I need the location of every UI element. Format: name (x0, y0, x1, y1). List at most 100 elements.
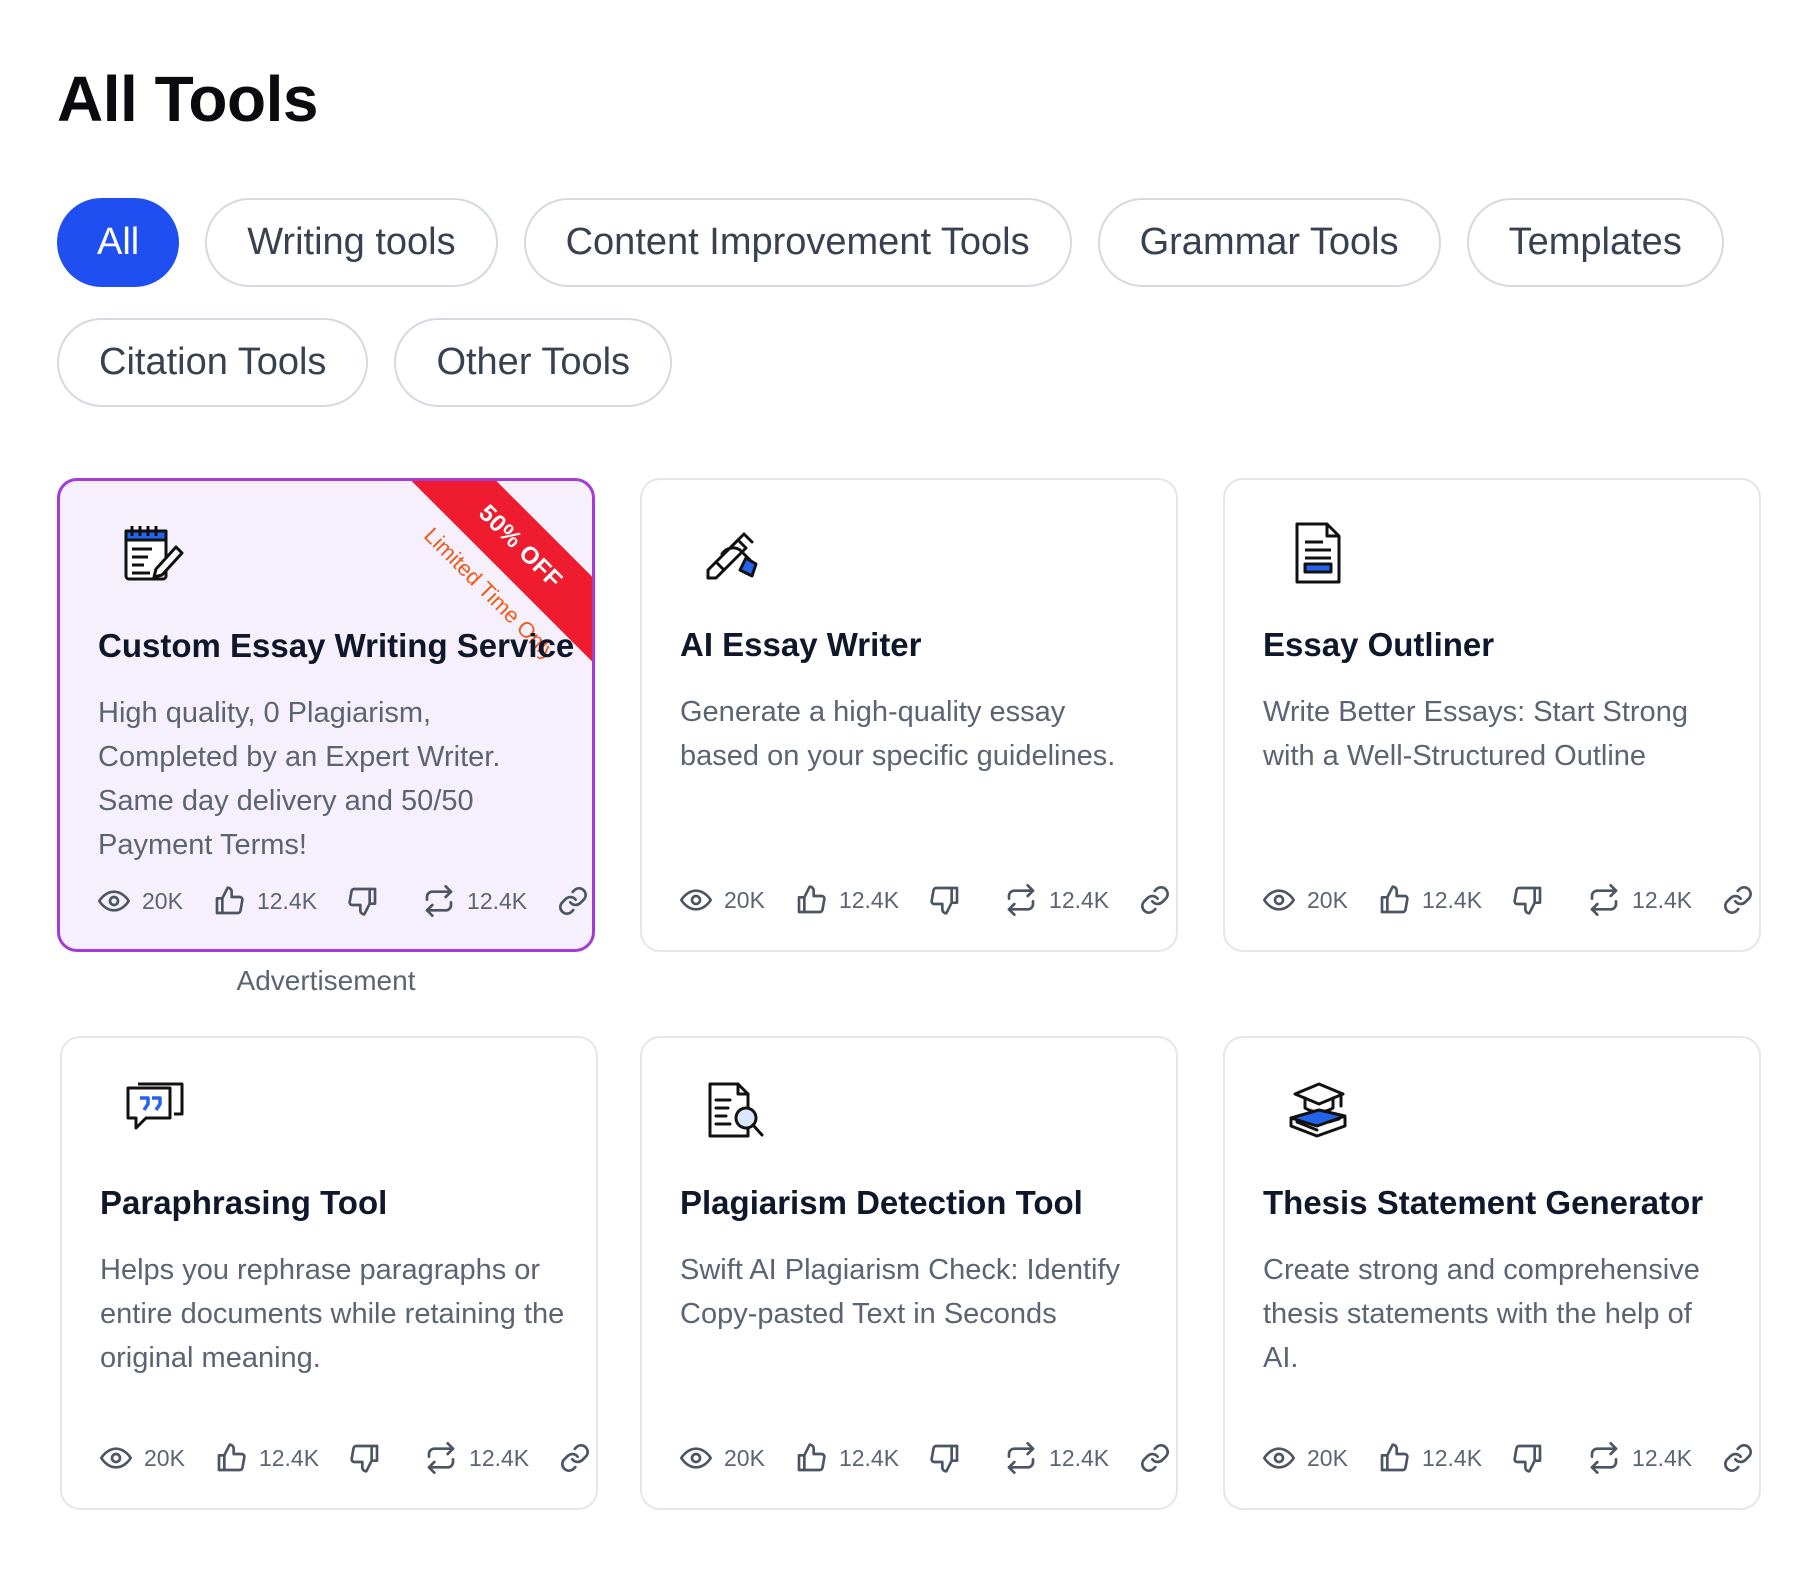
share-button[interactable]: 12.4K (423, 885, 527, 917)
card-title: AI Essay Writer (680, 626, 922, 663)
share-button[interactable]: 12.4K (1588, 1442, 1692, 1474)
card-description: High quality, 0 Plagiarism, Completed by… (98, 697, 501, 861)
repost-icon (1007, 1442, 1035, 1474)
hand-writing-icon (702, 520, 768, 586)
page-title: All Tools (57, 63, 318, 135)
thumbs-down-icon (1513, 886, 1542, 915)
like-button[interactable]: 12.4K (213, 885, 317, 917)
dislike-button[interactable] (347, 885, 379, 917)
filter-row-1: All Writing tools Content Improvement To… (57, 198, 1777, 287)
repost-icon (427, 1442, 455, 1474)
link-icon (561, 1444, 590, 1472)
likes-count: 12.4K (1421, 886, 1483, 913)
notepad-pencil-icon (120, 521, 186, 587)
card-title: Plagiarism Detection Tool (680, 1184, 1083, 1221)
filter-bar: All Writing tools Content Improvement To… (57, 198, 1777, 438)
copy-link-button[interactable] (557, 885, 589, 917)
card-title: Thesis Statement Generator (1263, 1184, 1704, 1221)
repost-icon (425, 885, 453, 917)
advertisement-label: Advertisement (236, 965, 416, 996)
card-title: Paraphrasing Tool (100, 1184, 388, 1221)
graduation-book-icon (1285, 1078, 1351, 1144)
dislike-button[interactable] (1512, 884, 1544, 916)
card-stats: 20K 12.4K 12.4K (98, 885, 589, 917)
card-stats: 20K 12.4K 12.4K (680, 1442, 1171, 1474)
copy-link-button[interactable] (1722, 884, 1754, 916)
dislike-button[interactable] (1512, 1442, 1544, 1474)
link-icon (559, 887, 588, 915)
thumbs-up-icon (797, 885, 826, 914)
link-icon (1141, 886, 1170, 914)
card-description: Create strong and comprehensive thesis s… (1263, 1254, 1700, 1374)
shares-count: 12.4K (1049, 886, 1110, 913)
eye-icon (1263, 1447, 1295, 1469)
like-button[interactable]: 12.4K (795, 884, 899, 916)
likes-count: 12.4K (258, 1444, 320, 1471)
quote-bubble-icon (122, 1078, 188, 1144)
filter-chip-grammar-tools[interactable]: Grammar Tools (1097, 198, 1441, 287)
filter-chip-writing-tools[interactable]: Writing tools (205, 198, 498, 287)
copy-link-button[interactable] (1139, 884, 1171, 916)
views-stat: 20K (100, 1442, 185, 1474)
thumbs-down-icon (1513, 1444, 1542, 1473)
shares-count: 12.4K (1632, 1444, 1693, 1471)
thumbs-up-icon (797, 1443, 826, 1472)
thumbs-up-icon (1380, 885, 1409, 914)
likes-count: 12.4K (838, 1444, 900, 1471)
link-icon (1724, 1444, 1753, 1472)
tool-card-plagiarism-detection-tool[interactable]: Plagiarism Detection Tool Swift AI Plagi… (640, 1036, 1178, 1510)
dislike-button[interactable] (929, 1442, 961, 1474)
thumbs-up-icon (1380, 1443, 1409, 1472)
thumbs-down-icon (350, 1444, 379, 1473)
thumbs-down-icon (930, 886, 959, 915)
thumbs-down-icon (348, 887, 377, 916)
like-button[interactable]: 12.4K (215, 1442, 319, 1474)
shares-count: 12.4K (1632, 886, 1693, 913)
views-stat: 20K (1263, 1442, 1348, 1474)
share-button[interactable]: 12.4K (1588, 884, 1692, 916)
card-description: Generate a high-quality essay based on y… (680, 696, 1116, 772)
filter-chip-templates[interactable]: Templates (1466, 198, 1724, 287)
views-count: 20K (142, 887, 183, 914)
tool-card-paraphrasing-tool[interactable]: Paraphrasing Tool Helps you rephrase par… (60, 1036, 598, 1510)
views-stat: 20K (680, 1442, 765, 1474)
tool-card-ai-essay-writer[interactable]: AI Essay Writer Generate a high-quality … (640, 478, 1178, 952)
card-title: Essay Outliner (1263, 626, 1495, 663)
tool-card-essay-outliner[interactable]: Essay Outliner Write Better Essays: Star… (1223, 478, 1761, 952)
likes-count: 12.4K (838, 886, 900, 913)
dislike-button[interactable] (349, 1442, 381, 1474)
thumbs-up-icon (215, 886, 244, 915)
views-count: 20K (724, 886, 765, 913)
eye-icon (680, 1447, 712, 1469)
like-button[interactable]: 12.4K (1378, 1442, 1482, 1474)
like-button[interactable]: 12.4K (1378, 884, 1482, 916)
views-stat: 20K (98, 885, 183, 917)
tool-card-thesis-statement-generator[interactable]: Thesis Statement Generator Create strong… (1223, 1036, 1761, 1510)
copy-link-button[interactable] (559, 1442, 591, 1474)
share-button[interactable]: 12.4K (1005, 1442, 1109, 1474)
share-button[interactable]: 12.4K (425, 1442, 529, 1474)
filter-chip-other-tools[interactable]: Other Tools (394, 318, 673, 407)
filter-chip-citation-tools[interactable]: Citation Tools (57, 318, 369, 407)
views-count: 20K (1307, 1444, 1348, 1471)
filter-chip-content-improvement-tools[interactable]: Content Improvement Tools (523, 198, 1072, 287)
views-count: 20K (724, 1444, 765, 1471)
shares-count: 12.4K (467, 887, 528, 914)
tool-card-custom-essay-writing-service[interactable]: 50% OFF Limited Time Only Custom Essay W… (57, 478, 595, 952)
card-title: Custom Essay Writing Service (98, 627, 575, 664)
filter-chip-all[interactable]: All (57, 198, 180, 287)
document-outline-icon (1285, 520, 1351, 586)
shares-count: 12.4K (469, 1444, 530, 1471)
dislike-button[interactable] (929, 884, 961, 916)
copy-link-button[interactable] (1139, 1442, 1171, 1474)
like-button[interactable]: 12.4K (795, 1442, 899, 1474)
repost-icon (1007, 884, 1035, 916)
card-stats: 20K 12.4K 12.4K (100, 1442, 591, 1474)
link-icon (1724, 886, 1753, 914)
card-description: Swift AI Plagiarism Check: Identify Copy… (680, 1254, 1120, 1330)
likes-count: 12.4K (256, 887, 318, 914)
shares-count: 12.4K (1049, 1444, 1110, 1471)
copy-link-button[interactable] (1722, 1442, 1754, 1474)
views-stat: 20K (680, 884, 765, 916)
share-button[interactable]: 12.4K (1005, 884, 1109, 916)
